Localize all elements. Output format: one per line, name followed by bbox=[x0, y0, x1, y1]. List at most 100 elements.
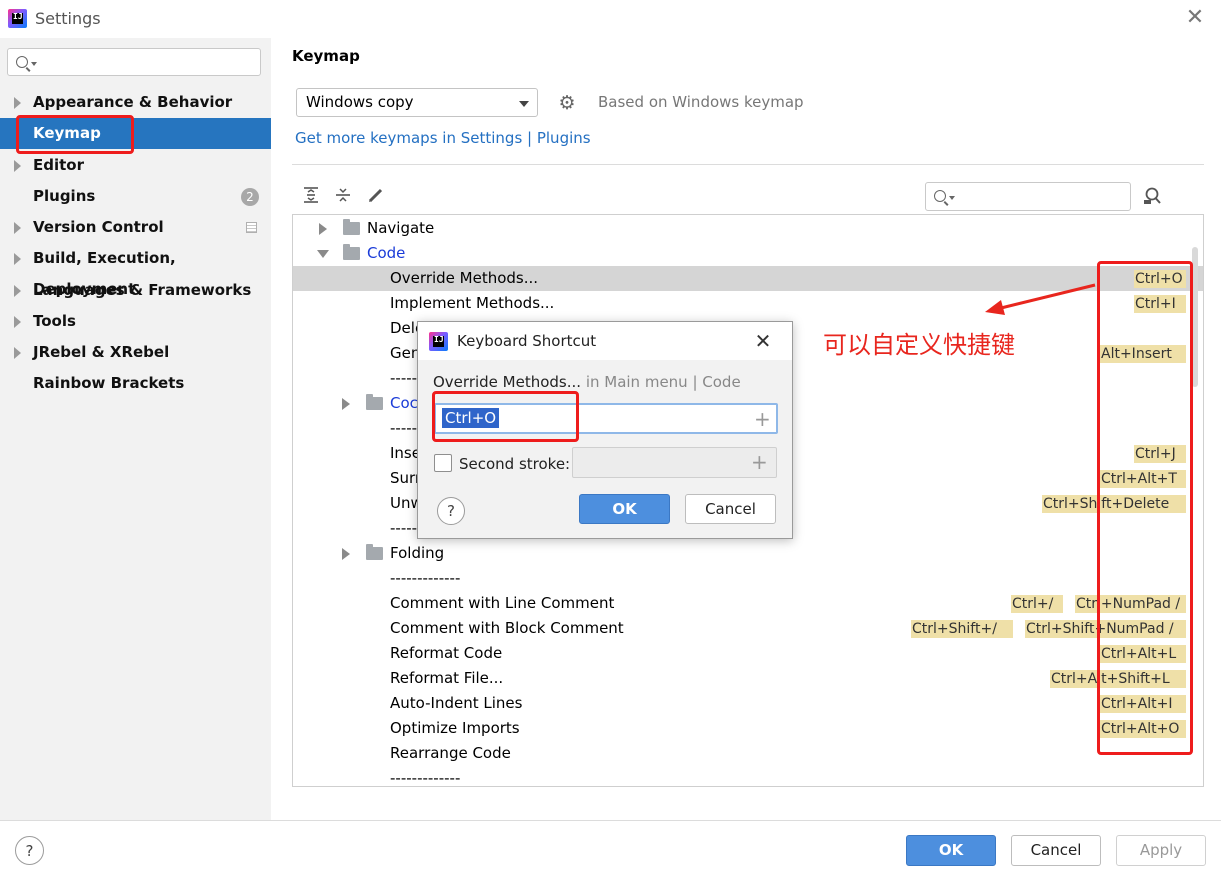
sidebar-item-languages-frameworks[interactable]: Languages & Frameworks bbox=[0, 275, 271, 306]
search-dropdown-icon bbox=[31, 62, 37, 66]
tree-row[interactable]: Comment with Line Comment Ctrl+NumPad / Ct… bbox=[293, 591, 1203, 616]
second-stroke-input[interactable]: + bbox=[572, 447, 777, 478]
folder-icon bbox=[366, 394, 383, 410]
highlight-box-keymap bbox=[16, 115, 134, 154]
search-dropdown-icon bbox=[949, 196, 955, 200]
sidebar-item-label: Plugins bbox=[33, 187, 96, 205]
tree-row[interactable]: Optimize Imports Ctrl+Alt+O bbox=[293, 716, 1203, 741]
tree-row-label: Navigate bbox=[367, 219, 435, 237]
sidebar-item-appearance-behavior[interactable]: Appearance & Behavior bbox=[0, 87, 271, 118]
based-on-label: Based on Windows keymap bbox=[598, 93, 804, 111]
tree-row-label: Folding bbox=[390, 544, 445, 562]
collapse-arrow-icon[interactable] bbox=[317, 250, 329, 258]
second-stroke-checkbox[interactable] bbox=[434, 454, 452, 472]
tree-row-label: Comment with Block Comment bbox=[390, 619, 624, 637]
chevron-down-icon bbox=[519, 101, 529, 107]
tree-row[interactable]: Rearrange Code bbox=[293, 741, 1203, 766]
sidebar-item-label: JRebel & XRebel bbox=[33, 343, 170, 361]
window-titlebar: IJ Settings ✕ bbox=[0, 0, 1221, 38]
sidebar-item-label: Rainbow Brackets bbox=[33, 374, 185, 392]
tree-row[interactable]: Comment with Block Comment Ctrl+Shift+Num… bbox=[293, 616, 1203, 641]
apply-button[interactable]: Apply bbox=[1116, 835, 1206, 866]
expand-arrow-icon[interactable] bbox=[342, 548, 350, 560]
sidebar-item-version-control[interactable]: Version Control bbox=[0, 212, 271, 243]
dialog-close-icon[interactable]: ✕ bbox=[750, 328, 776, 354]
dialog-title: Keyboard Shortcut bbox=[457, 332, 597, 350]
tree-row-label: ----- bbox=[390, 519, 418, 537]
expand-arrow-icon[interactable] bbox=[14, 222, 21, 234]
window-close-icon[interactable]: ✕ bbox=[1181, 4, 1209, 32]
annotation-arrow-icon bbox=[985, 283, 1096, 315]
expand-arrow-icon[interactable] bbox=[14, 316, 21, 328]
tree-row[interactable]: Reformat Code Ctrl+Alt+L bbox=[293, 641, 1203, 666]
highlight-box-shortcut-field bbox=[432, 391, 579, 442]
add-stroke-icon[interactable]: + bbox=[754, 409, 771, 429]
intellij-logo-icon: IJ bbox=[429, 332, 448, 351]
gear-icon[interactable]: ⚙ bbox=[557, 93, 577, 113]
settings-sidebar: Appearance & Behavior Keymap Editor Plugins… bbox=[0, 38, 271, 820]
tree-row-label: Reformat Code bbox=[390, 644, 503, 662]
expand-arrow-icon[interactable] bbox=[14, 97, 21, 109]
expand-arrow-icon[interactable] bbox=[342, 398, 350, 410]
expand-arrow-icon[interactable] bbox=[319, 223, 327, 235]
keymap-search-input[interactable] bbox=[925, 182, 1131, 211]
expand-arrow-icon[interactable] bbox=[14, 347, 21, 359]
tree-row[interactable]: Navigate bbox=[293, 216, 1203, 241]
tree-row[interactable]: Code bbox=[293, 241, 1203, 266]
sidebar-item-label: Appearance & Behavior bbox=[33, 93, 233, 111]
shortcut-badge: Ctrl+/ bbox=[1011, 595, 1063, 613]
folder-icon bbox=[343, 219, 360, 235]
shortcut-badge: Ctrl+Shift+/ bbox=[911, 620, 1013, 638]
expand-arrow-icon[interactable] bbox=[14, 285, 21, 297]
keymap-select[interactable]: Windows copy bbox=[296, 88, 538, 117]
tree-row-label: ------------- bbox=[390, 769, 461, 787]
folder-icon bbox=[343, 244, 360, 260]
tree-row-label: ----- bbox=[390, 419, 418, 437]
sidebar-item-tools[interactable]: Tools bbox=[0, 306, 271, 337]
tree-row[interactable]: Folding bbox=[293, 541, 1203, 566]
find-by-shortcut-icon[interactable] bbox=[1142, 186, 1164, 208]
sidebar-item-label: Tools bbox=[33, 312, 76, 330]
sidebar-item-plugins[interactable]: Plugins 2 bbox=[0, 181, 271, 212]
expand-arrow-icon[interactable] bbox=[14, 160, 21, 172]
sidebar-item-label: Languages & Frameworks bbox=[33, 281, 252, 299]
expand-all-icon[interactable] bbox=[300, 186, 322, 208]
sidebar-item-rainbow-brackets[interactable]: Rainbow Brackets bbox=[0, 368, 271, 399]
keyboard-shortcut-dialog: IJ Keyboard Shortcut ✕ Override Methods.… bbox=[417, 321, 793, 539]
sidebar-search-input[interactable] bbox=[7, 48, 261, 76]
tree-row-label: Auto-Indent Lines bbox=[390, 694, 523, 712]
dialog-ok-button[interactable]: OK bbox=[579, 494, 670, 524]
page-title: Keymap bbox=[292, 47, 360, 65]
sidebar-item-editor[interactable]: Editor bbox=[0, 150, 271, 181]
cancel-button[interactable]: Cancel bbox=[1011, 835, 1101, 866]
tree-row-label: Reformat File... bbox=[390, 669, 504, 687]
add-stroke-icon[interactable]: + bbox=[751, 452, 768, 472]
edit-icon[interactable] bbox=[365, 186, 387, 208]
expand-arrow-icon[interactable] bbox=[14, 253, 21, 265]
search-icon bbox=[934, 190, 946, 202]
ok-button[interactable]: OK bbox=[906, 835, 996, 866]
dialog-action-name: Override Methods... bbox=[433, 373, 582, 391]
collapse-all-icon[interactable] bbox=[332, 186, 354, 208]
project-level-icon bbox=[246, 222, 257, 233]
tree-row-label: ----- bbox=[390, 369, 418, 387]
dialog-titlebar: IJ Keyboard Shortcut ✕ bbox=[418, 322, 792, 360]
dialog-action-context: in Main menu | Code bbox=[581, 373, 741, 391]
tree-row[interactable]: Auto-Indent Lines Ctrl+Alt+I bbox=[293, 691, 1203, 716]
tree-row-label: Code bbox=[367, 244, 406, 262]
help-button[interactable]: ? bbox=[15, 836, 44, 865]
get-more-keymaps-link[interactable]: Get more keymaps in Settings | Plugins bbox=[295, 129, 591, 147]
tree-row-label: Implement Methods... bbox=[390, 294, 555, 312]
tree-row[interactable]: Reformat File... Ctrl+Alt+Shift+L bbox=[293, 666, 1203, 691]
tree-separator: ------------- bbox=[293, 766, 1203, 787]
dialog-cancel-button[interactable]: Cancel bbox=[685, 494, 776, 524]
sidebar-item-build-execution-deployment[interactable]: Build, Execution, Deployment bbox=[0, 243, 271, 298]
folder-icon bbox=[366, 544, 383, 560]
tree-separator: ------------- bbox=[293, 566, 1203, 591]
tree-row-label: Rearrange Code bbox=[390, 744, 511, 762]
divider bbox=[292, 164, 1204, 165]
keymap-select-value: Windows copy bbox=[306, 93, 414, 111]
sidebar-item-jrebel-xrebel[interactable]: JRebel & XRebel bbox=[0, 337, 271, 368]
update-count-badge: 2 bbox=[241, 188, 259, 206]
dialog-help-button[interactable]: ? bbox=[437, 497, 465, 525]
